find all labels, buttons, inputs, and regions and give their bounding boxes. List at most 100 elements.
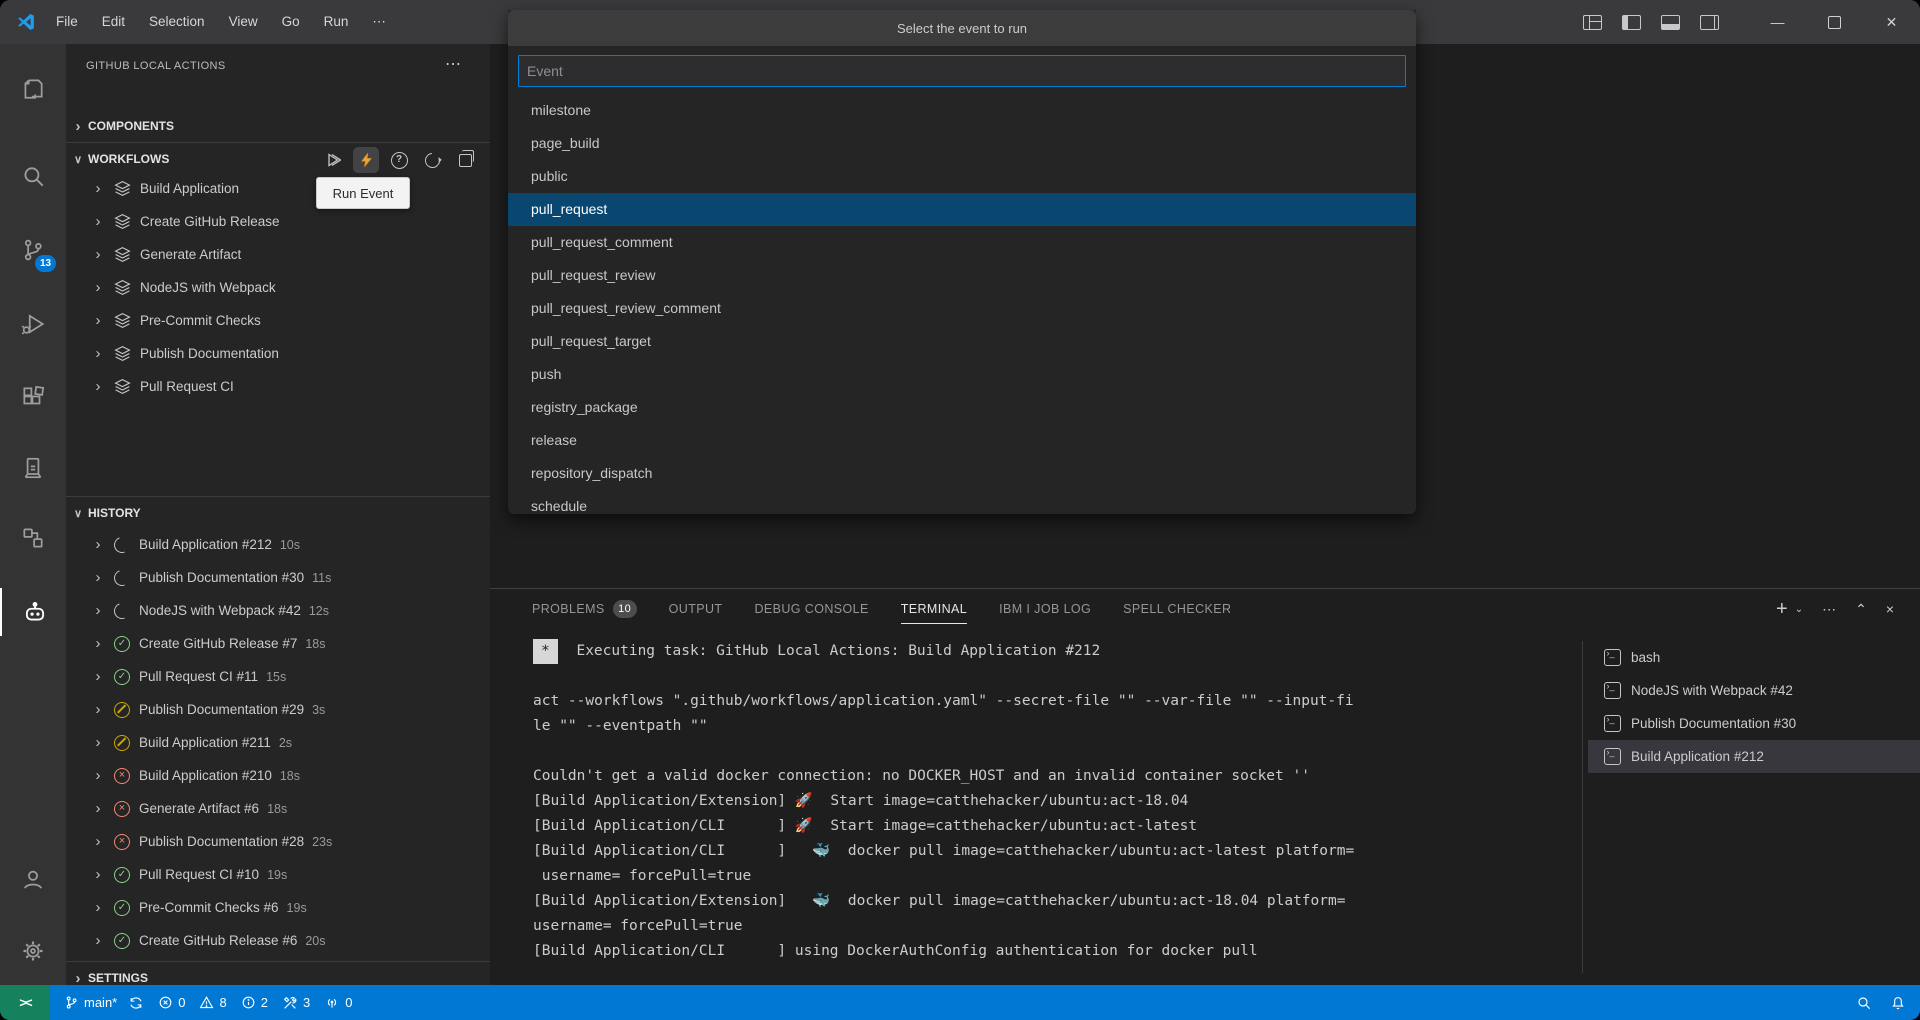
close-button[interactable]: ✕ xyxy=(1863,0,1920,44)
panel-tab[interactable]: TERMINAL xyxy=(901,589,967,629)
terminal-list-item[interactable]: NodeJS with Webpack #42 xyxy=(1588,674,1920,707)
quickpick-item[interactable]: pull_request xyxy=(508,193,1416,226)
chevron-right-icon xyxy=(90,668,106,685)
quickpick-item[interactable]: public xyxy=(508,160,1416,193)
workflow-item[interactable]: Pull Request CI xyxy=(66,370,490,403)
settings-gear-icon[interactable] xyxy=(0,927,66,975)
sidebar-more-actions-icon[interactable]: ⋯ xyxy=(445,54,462,74)
quickpick-item[interactable]: milestone xyxy=(508,94,1416,127)
remote-indicator[interactable]: >< xyxy=(0,985,50,1020)
extensions-icon[interactable] xyxy=(0,373,66,421)
terminal-list-item[interactable]: Publish Documentation #30 xyxy=(1588,707,1920,740)
toggle-secondary-sidebar-icon[interactable] xyxy=(1700,15,1719,30)
terminal-dropdown-icon[interactable]: ⌄ xyxy=(1795,604,1803,615)
history-item[interactable]: Publish Documentation #29 3s xyxy=(66,693,490,726)
history-duration: 15s xyxy=(266,670,286,684)
source-control-icon[interactable]: 13 xyxy=(0,226,66,274)
terminal-list-item[interactable]: bash xyxy=(1588,641,1920,674)
terminal-line xyxy=(533,664,1573,689)
components-section-header[interactable]: COMPONENTS xyxy=(66,110,490,142)
workflow-item[interactable]: Build Application xyxy=(66,172,490,205)
panel-more-icon[interactable]: ⋯ xyxy=(1822,601,1836,618)
remote-explorer-icon[interactable] xyxy=(0,444,66,492)
panel-tab[interactable]: OUTPUT xyxy=(669,589,723,629)
history-item[interactable]: Generate Artifact #6 18s xyxy=(66,792,490,825)
run-event-icon[interactable] xyxy=(353,147,379,173)
quickpick-item[interactable]: repository_dispatch xyxy=(508,457,1416,490)
menu-item[interactable]: Run xyxy=(312,8,361,36)
menu-item[interactable]: ⋯ xyxy=(360,8,398,36)
terminal-icon xyxy=(1604,715,1621,732)
quickpick-item[interactable]: pull_request_comment xyxy=(508,226,1416,259)
problems-indicator[interactable]: 0 8 2 xyxy=(158,995,268,1010)
workflow-item[interactable]: Publish Documentation xyxy=(66,337,490,370)
history-item[interactable]: Pre-Commit Checks #6 19s xyxy=(66,891,490,924)
workflow-item[interactable]: NodeJS with Webpack xyxy=(66,271,490,304)
history-item[interactable]: Build Application #212 10s xyxy=(66,528,490,561)
quickpick-item[interactable]: pull_request_review_comment xyxy=(508,292,1416,325)
history-section-header[interactable]: HISTORY xyxy=(66,497,490,529)
search-icon[interactable] xyxy=(0,153,66,201)
minimize-button[interactable]: ― xyxy=(1749,0,1806,44)
menu-item[interactable]: File xyxy=(44,8,90,36)
history-item[interactable]: Create GitHub Release #6 20s xyxy=(66,924,490,957)
history-item[interactable]: Pull Request CI #10 19s xyxy=(66,858,490,891)
accounts-icon[interactable] xyxy=(0,855,66,903)
quickpick-item[interactable]: pull_request_review xyxy=(508,259,1416,292)
close-panel-icon[interactable]: × xyxy=(1886,601,1894,617)
quickpick-item[interactable]: push xyxy=(508,358,1416,391)
quickpick-item[interactable]: release xyxy=(508,424,1416,457)
object-browser-icon[interactable] xyxy=(0,514,66,562)
open-all-icon[interactable] xyxy=(452,147,478,173)
quickpick-input[interactable] xyxy=(518,55,1406,87)
tools-indicator[interactable]: 3 xyxy=(282,995,310,1011)
maximize-panel-icon[interactable]: ⌃ xyxy=(1855,601,1867,618)
history-item[interactable]: Build Application #211 2s xyxy=(66,726,490,759)
quickpick-item[interactable]: pull_request_target xyxy=(508,325,1416,358)
toggle-panel-icon[interactable] xyxy=(1661,15,1680,30)
panel-tab[interactable]: IBM I JOB LOG xyxy=(999,589,1091,629)
screencast-zoom-icon[interactable] xyxy=(1856,995,1872,1011)
workflow-item[interactable]: Generate Artifact xyxy=(66,238,490,271)
history-item[interactable]: Publish Documentation #30 11s xyxy=(66,561,490,594)
customize-layout-icon[interactable] xyxy=(1583,15,1602,30)
layers-icon xyxy=(112,180,132,197)
new-terminal-icon[interactable]: + xyxy=(1776,598,1788,621)
toggle-sidebar-icon[interactable] xyxy=(1622,15,1641,30)
feedback-indicator[interactable]: 0 xyxy=(324,995,352,1011)
menu-item[interactable]: Selection xyxy=(137,8,217,36)
terminal-output: * Executing task: GitHub Local Actions: … xyxy=(533,639,1573,964)
notifications-bell-icon[interactable] xyxy=(1890,995,1906,1011)
chevron-down-icon xyxy=(70,507,86,520)
menu-item[interactable]: Edit xyxy=(90,8,137,36)
panel-tab[interactable]: DEBUG CONSOLE xyxy=(754,589,868,629)
history-duration: 18s xyxy=(267,802,287,816)
explorer-icon[interactable] xyxy=(0,64,66,112)
history-item[interactable]: Create GitHub Release #7 18s xyxy=(66,627,490,660)
branch-indicator[interactable]: main* xyxy=(64,995,144,1011)
terminal-list-item[interactable]: Build Application #212 xyxy=(1588,740,1920,773)
menu-item[interactable]: View xyxy=(217,8,270,36)
quickpick-item[interactable]: registry_package xyxy=(508,391,1416,424)
terminal-line: [Build Application/Extension] 🚀 Start im… xyxy=(533,789,1573,814)
history-item[interactable]: NodeJS with Webpack #42 12s xyxy=(66,594,490,627)
maximize-button[interactable] xyxy=(1806,0,1863,44)
refresh-icon[interactable] xyxy=(419,147,445,173)
workflow-item[interactable]: Pre-Commit Checks xyxy=(66,304,490,337)
quickpick-item[interactable]: schedule xyxy=(508,490,1416,514)
github-local-actions-icon[interactable] xyxy=(0,588,68,636)
history-duration: 23s xyxy=(312,835,332,849)
workflow-item[interactable]: Create GitHub Release xyxy=(66,205,490,238)
run-all-icon[interactable] xyxy=(320,147,346,173)
workflows-section-header[interactable]: WORKFLOWS ? xyxy=(66,143,490,175)
quickpick-item[interactable]: page_build xyxy=(508,127,1416,160)
history-item[interactable]: Pull Request CI #11 15s xyxy=(66,660,490,693)
history-item[interactable]: Build Application #210 18s xyxy=(66,759,490,792)
panel-tab[interactable]: PROBLEMS 10 xyxy=(532,589,637,629)
history-item[interactable]: Publish Documentation #28 23s xyxy=(66,825,490,858)
panel-tab[interactable]: SPELL CHECKER xyxy=(1123,589,1231,629)
help-icon[interactable]: ? xyxy=(386,147,412,173)
run-debug-icon[interactable] xyxy=(0,300,66,348)
settings-section-header[interactable]: SETTINGS xyxy=(66,962,490,985)
menu-item[interactable]: Go xyxy=(270,8,312,36)
